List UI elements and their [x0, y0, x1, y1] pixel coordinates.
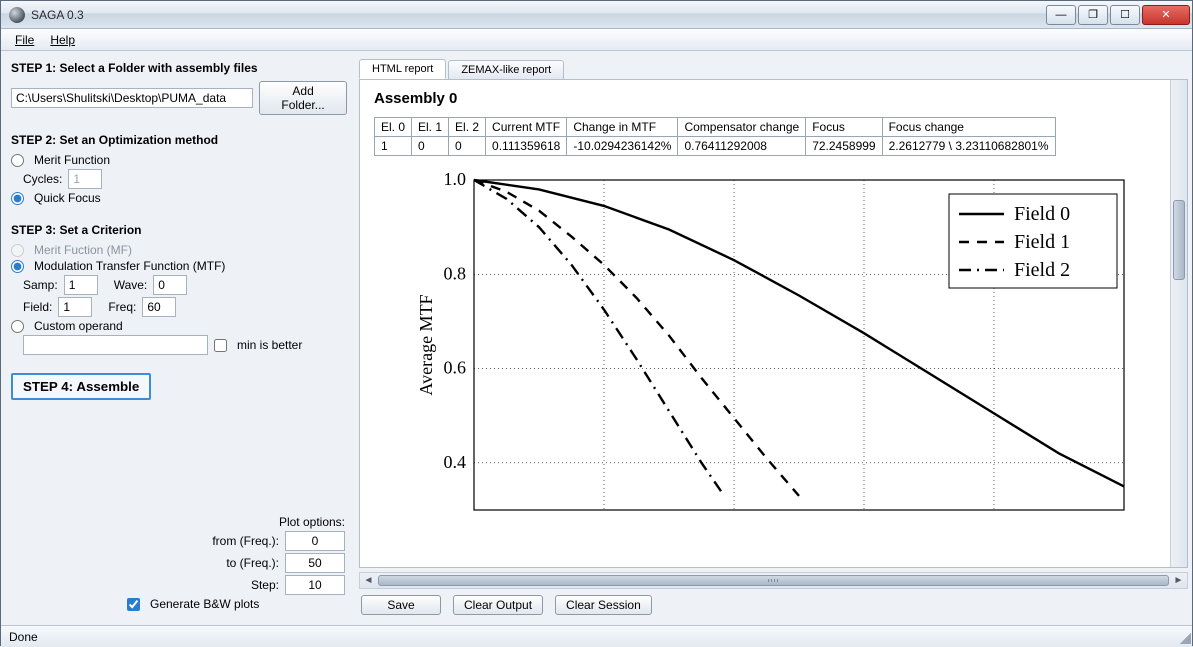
svg-text:0.4: 0.4: [444, 452, 467, 472]
col-comp-change: Compensator change: [678, 118, 806, 137]
report-area: Assembly 0 El. 0 El. 1 El. 2 Current MTF…: [359, 79, 1188, 568]
chart-container: 0.4 0.6 0.8 1.0 Average MTF Field 0 Field 1 Fie…: [374, 170, 1173, 533]
min-is-better-check[interactable]: [214, 339, 227, 352]
step1-title: STEP 1: Select a Folder with assembly fi…: [11, 61, 347, 75]
scrollbar-thumb[interactable]: [1173, 200, 1185, 280]
mtf-label: Modulation Transfer Function (MTF): [34, 259, 225, 273]
to-freq-input[interactable]: [285, 553, 345, 573]
mtf-chart: 0.4 0.6 0.8 1.0 Average MTF Field 0 Field 1 Fie…: [414, 170, 1134, 530]
cycles-input[interactable]: [68, 169, 102, 189]
wave-label: Wave:: [114, 278, 148, 292]
report-title: Assembly 0: [374, 90, 1173, 107]
report-buttons: Save Clear Output Clear Session: [359, 589, 1188, 621]
custom-operand-input[interactable]: [23, 335, 208, 355]
vertical-scrollbar[interactable]: [1170, 80, 1187, 567]
step3-block: STEP 3: Set a Criterion Merit Fuction (M…: [7, 219, 351, 365]
svg-text:1.0: 1.0: [444, 170, 467, 189]
menubar: File Help: [1, 29, 1192, 51]
window-buttons: — ❐ ☐ ✕: [1046, 5, 1190, 25]
field-input[interactable]: [58, 297, 92, 317]
report-tabs: HTML report ZEMAX-like report: [359, 55, 1188, 79]
close-button[interactable]: ✕: [1142, 5, 1190, 25]
field-label: Field:: [23, 300, 52, 314]
freq-label: Freq:: [108, 300, 136, 314]
folder-path-input[interactable]: [11, 88, 253, 108]
left-panel: STEP 1: Select a Folder with assembly fi…: [5, 55, 353, 621]
svg-text:0.6: 0.6: [444, 358, 467, 378]
col-el1: El. 1: [412, 118, 449, 137]
freq-input[interactable]: [142, 297, 176, 317]
min-is-better-label: min is better: [237, 338, 302, 352]
from-freq-label: from (Freq.):: [169, 534, 279, 548]
app-icon: [9, 7, 25, 23]
results-table: El. 0 El. 1 El. 2 Current MTF Change in …: [374, 117, 1056, 156]
hscroll-thumb[interactable]: [378, 575, 1169, 586]
bw-plots-check[interactable]: [127, 598, 140, 611]
custom-operand-radio[interactable]: [11, 320, 24, 333]
from-freq-input[interactable]: [285, 531, 345, 551]
svg-text:Field 0: Field 0: [1014, 203, 1070, 225]
maximize-button[interactable]: ☐: [1110, 5, 1140, 25]
table-header-row: El. 0 El. 1 El. 2 Current MTF Change in …: [375, 118, 1056, 137]
save-button[interactable]: Save: [361, 595, 441, 615]
col-current-mtf: Current MTF: [486, 118, 567, 137]
window-title: SAGA 0.3: [31, 8, 1046, 22]
right-panel: HTML report ZEMAX-like report Assembly 0…: [359, 55, 1188, 621]
minimize-button[interactable]: —: [1046, 5, 1076, 25]
status-text: Done: [9, 630, 38, 644]
merit-function-label: Merit Function: [34, 153, 110, 167]
resize-grip-icon[interactable]: [1177, 630, 1191, 644]
bw-plots-label: Generate B&W plots: [150, 597, 259, 611]
cycles-label: Cycles:: [23, 172, 62, 186]
svg-text:Average MTF: Average MTF: [416, 294, 436, 395]
mtf-radio[interactable]: [11, 260, 24, 273]
assemble-button[interactable]: STEP 4: Assemble: [11, 373, 151, 400]
scroll-right-icon[interactable]: ►: [1170, 573, 1187, 588]
col-el2: El. 2: [449, 118, 486, 137]
step3-title: STEP 3: Set a Criterion: [11, 223, 347, 237]
step-input[interactable]: [285, 575, 345, 595]
tab-html-report[interactable]: HTML report: [359, 59, 446, 79]
svg-text:0.8: 0.8: [444, 263, 467, 283]
table-row: 1 0 0 0.111359618 -10.0294236142% 0.7641…: [375, 137, 1056, 156]
samp-label: Samp:: [23, 278, 58, 292]
restore-button[interactable]: ❐: [1078, 5, 1108, 25]
col-change-mtf: Change in MTF: [567, 118, 678, 137]
quick-focus-label: Quick Focus: [34, 191, 101, 205]
statusbar: Done: [1, 625, 1192, 647]
menu-help[interactable]: Help: [42, 31, 83, 49]
svg-text:Field 2: Field 2: [1014, 259, 1070, 281]
plot-options: Plot options: from (Freq.): to (Freq.): …: [7, 507, 351, 619]
merit-function-radio[interactable]: [11, 154, 24, 167]
merit-fuction-mf-label: Merit Fuction (MF): [34, 243, 132, 257]
plot-options-label: Plot options:: [279, 515, 345, 529]
main-content: STEP 1: Select a Folder with assembly fi…: [1, 51, 1192, 625]
svg-text:Field 1: Field 1: [1014, 231, 1070, 253]
to-freq-label: to (Freq.):: [169, 556, 279, 570]
custom-operand-label: Custom operand: [34, 319, 123, 333]
step2-title: STEP 2: Set an Optimization method: [11, 133, 347, 147]
titlebar: SAGA 0.3 — ❐ ☐ ✕: [1, 1, 1192, 29]
step-label: Step:: [169, 578, 279, 592]
quick-focus-radio[interactable]: [11, 192, 24, 205]
horizontal-scrollbar[interactable]: ◄ ►: [359, 572, 1188, 589]
clear-output-button[interactable]: Clear Output: [453, 595, 543, 615]
horizontal-scroll-row: ◄ ►: [359, 572, 1188, 589]
tab-zemax-report[interactable]: ZEMAX-like report: [448, 60, 564, 79]
col-focus: Focus: [806, 118, 882, 137]
col-focus-change: Focus change: [882, 118, 1055, 137]
step2-block: STEP 2: Set an Optimization method Merit…: [7, 129, 351, 215]
step4-block: STEP 4: Assemble: [7, 369, 351, 408]
add-folder-button[interactable]: Add Folder...: [259, 81, 347, 115]
step1-block: STEP 1: Select a Folder with assembly fi…: [7, 57, 351, 125]
menu-file[interactable]: File: [7, 31, 42, 49]
col-el0: El. 0: [375, 118, 412, 137]
scroll-left-icon[interactable]: ◄: [360, 573, 377, 588]
merit-fuction-mf-radio[interactable]: [11, 244, 24, 257]
clear-session-button[interactable]: Clear Session: [555, 595, 652, 615]
samp-input[interactable]: [64, 275, 98, 295]
wave-input[interactable]: [153, 275, 187, 295]
